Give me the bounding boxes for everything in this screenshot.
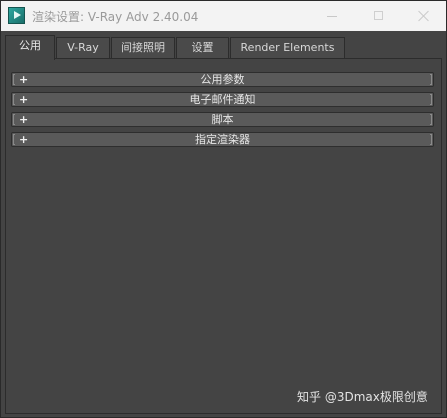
rollout-label: 电子邮件通知	[189, 93, 256, 106]
rollout-label: 脚本	[211, 113, 234, 126]
close-button[interactable]	[402, 1, 446, 31]
rollout-bracket-right	[430, 134, 432, 145]
rollout-common-parameters[interactable]: + 公用参数	[11, 72, 434, 87]
tab-indirect-illumination[interactable]: 间接照明	[111, 37, 175, 58]
window-title: 渲染设置: V-Ray Adv 2.40.04	[32, 10, 199, 24]
tab-settings[interactable]: 设置	[176, 37, 229, 58]
rollout-assign-renderer[interactable]: + 指定渲染器	[11, 132, 434, 147]
maximize-button[interactable]	[357, 1, 401, 31]
rollout-label: 公用参数	[200, 73, 245, 86]
rollout-email-notification[interactable]: + 电子邮件通知	[11, 92, 434, 107]
minimize-icon	[327, 16, 337, 17]
close-icon	[418, 10, 430, 22]
rollout-scripts[interactable]: + 脚本	[11, 112, 434, 127]
minimize-button[interactable]	[311, 1, 355, 31]
tab-panel: + 公用参数 + 电子邮件通知 + 脚本 + 指定渲染器	[5, 58, 442, 414]
title-bar[interactable]: 渲染设置: V-Ray Adv 2.40.04	[1, 1, 446, 32]
tab-common[interactable]: 公用	[5, 35, 55, 60]
tab-render-elements[interactable]: Render Elements	[230, 37, 345, 58]
tab-strip: 公用 V-Ray 间接照明 设置 Render Elements	[1, 31, 446, 60]
tab-vray[interactable]: V-Ray	[56, 37, 110, 58]
rollout-bracket-right	[430, 74, 432, 85]
rollout-bracket-right	[430, 94, 432, 105]
maximize-icon	[374, 11, 383, 20]
rollout-bracket-right	[430, 114, 432, 125]
watermark: 知乎 @3Dmax极限创意	[297, 390, 428, 404]
render-settings-window: 渲染设置: V-Ray Adv 2.40.04 公用 V-Ray 间接照明 设置…	[0, 0, 447, 418]
app-icon	[8, 7, 25, 24]
rollout-label: 指定渲染器	[195, 133, 250, 146]
